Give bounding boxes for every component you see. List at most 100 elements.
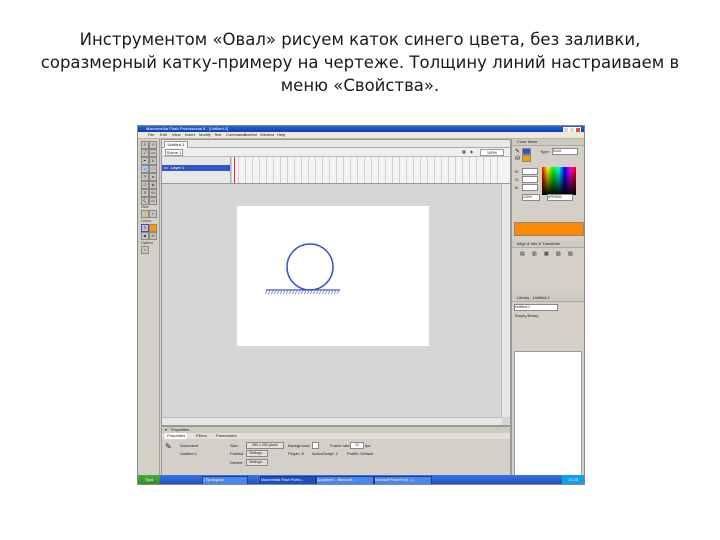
paint-bucket-tool-icon[interactable]: ⛁ [149, 189, 157, 197]
mixer-fill-swatch[interactable] [522, 155, 531, 162]
layer-name: Layer 1 [170, 165, 185, 170]
color-spectrum-shade [542, 167, 576, 195]
snap-to-objects-icon[interactable]: ∩ [141, 246, 149, 254]
line-tool-icon[interactable]: ╱ [141, 149, 149, 157]
hand-tool-icon[interactable]: ✋ [141, 210, 149, 218]
size-label: Size: [230, 443, 239, 448]
toolbox-view-label: View [141, 205, 149, 209]
caption-line-2: соразмерный катку-примеру на чертеже. То… [40, 53, 680, 72]
menu-text[interactable]: Text [214, 132, 221, 138]
properties-tabs: Properties Filters Parameters [162, 433, 510, 439]
edit-bar: Scene 1 ▦ ◈ 100% [162, 148, 510, 157]
align-right-icon[interactable]: ▦ [544, 251, 549, 257]
green-label: G: [515, 177, 520, 182]
align-panel-title: Align & Info & Transform [517, 241, 561, 246]
green-input[interactable] [522, 176, 538, 183]
fill-color-swatch[interactable] [149, 224, 157, 232]
layer-row[interactable]: ▭ Layer 1 [162, 165, 230, 171]
pasteboard [162, 184, 502, 417]
eyedropper-tool-icon[interactable]: ⤹ [141, 197, 149, 205]
document-icon: ✎ [165, 442, 172, 451]
pencil-tool-icon[interactable]: ✎ [141, 173, 149, 181]
text-tool-icon[interactable]: A [149, 157, 157, 165]
zoom-select[interactable]: 100% [480, 149, 504, 156]
blue-label: B: [515, 185, 519, 190]
publish-label: Publish: [230, 451, 245, 456]
menu-insert[interactable]: Insert [185, 132, 195, 138]
red-input[interactable] [522, 168, 538, 175]
tab-filters[interactable]: Filters [196, 433, 207, 439]
framerate-input[interactable]: 12 [350, 442, 364, 449]
timeline-frames[interactable] [231, 157, 501, 183]
taskbar-explorer[interactable]: 2 Проводник [202, 476, 248, 484]
rectangle-tool-icon[interactable]: □ [149, 165, 157, 173]
taskbar-flash[interactable]: Macromedia Flash Profes... [260, 476, 316, 484]
default-colors-icon[interactable]: ■ [141, 232, 149, 240]
no-color-icon[interactable]: ⊘ [149, 232, 157, 240]
alpha-input[interactable]: 100% [522, 194, 540, 201]
tab-parameters[interactable]: Parameters [216, 433, 237, 439]
free-transform-tool-icon[interactable]: ◇ [141, 181, 149, 189]
background-label: Background: [288, 443, 311, 448]
library-list[interactable] [514, 351, 582, 477]
menu-view[interactable]: View [172, 132, 181, 138]
menu-file[interactable]: File [148, 132, 154, 138]
actionscript-label: ActionScript: 2 [312, 451, 338, 456]
toolbox: ↖ ↗ ╱ ᔕ ✒ A ○ □ ✎ ♠ ◇ ◈ ⚱ ⛁ ⤹ ▭ View ✋ ⌕… [139, 139, 160, 477]
align-top-icon[interactable]: ▧ [556, 251, 561, 257]
menu-control[interactable]: Control [244, 132, 257, 138]
player-label: Player: 8 [288, 451, 304, 456]
stroke-pencil-icon: ✎ [515, 149, 521, 155]
tab-properties[interactable]: Properties [165, 433, 188, 439]
selection-tool-icon[interactable]: ↖ [141, 141, 149, 149]
library-panel-header[interactable]: Library - Untitled-1 [512, 295, 584, 302]
pen-tool-icon[interactable]: ✒ [141, 157, 149, 165]
doc-type-label: Document [180, 443, 199, 448]
brush-tool-icon[interactable]: ♠ [149, 173, 157, 181]
timeline-playhead[interactable] [234, 157, 235, 183]
stage[interactable] [237, 206, 429, 346]
flash-screenshot: Macromedia Flash Professional 8 - [Untit… [137, 125, 585, 485]
taskbar-clock: 14:25 [562, 475, 584, 484]
devices-label: Device: [230, 460, 244, 465]
edit-scene-icon[interactable]: ▦ [462, 149, 466, 155]
start-button[interactable]: Пуск [138, 475, 160, 484]
library-document-select[interactable]: Untitled-1 [514, 304, 558, 311]
menu-help[interactable]: Help [277, 132, 285, 138]
ink-bottle-tool-icon[interactable]: ⚱ [141, 189, 149, 197]
taskbar-powerpoint[interactable]: Microsoft PowerPoint - [... [374, 476, 432, 484]
blue-input[interactable] [522, 184, 538, 191]
taskbar-word[interactable]: Документ1 - Microsoft ... [316, 476, 374, 484]
color-mixer-header[interactable]: Color Mixer [512, 139, 584, 146]
document-window: Untitled-1 Scene 1 ▦ ◈ 100% ▭ Layer 1 [161, 139, 511, 426]
vertical-scrollbar[interactable] [501, 184, 510, 417]
lasso-tool-icon[interactable]: ᔕ [149, 149, 157, 157]
hex-input[interactable]: #FF9900 [547, 194, 573, 201]
toolbox-colors-label: Colors [141, 219, 152, 223]
menu-window[interactable]: Window [260, 132, 274, 138]
stroke-color-swatch[interactable]: ✎ [141, 224, 149, 232]
menu-edit[interactable]: Edit [160, 132, 167, 138]
align-bottom-icon[interactable]: ▨ [568, 251, 573, 257]
mixer-type-select[interactable]: Solid [552, 148, 578, 155]
horizontal-scrollbar[interactable] [162, 417, 502, 425]
zoom-tool-icon[interactable]: ⌕ [149, 210, 157, 218]
oval-tool-icon[interactable]: ○ [141, 165, 149, 173]
align-center-icon[interactable]: ▥ [532, 251, 537, 257]
subselection-tool-icon[interactable]: ↗ [149, 141, 157, 149]
menu-modify[interactable]: Modify [199, 132, 211, 138]
publish-settings-button[interactable]: Settings... [246, 450, 268, 457]
color-preview-swatch [514, 222, 584, 236]
device-settings-button[interactable]: Settings... [246, 459, 268, 466]
mixer-stroke-swatch[interactable] [522, 148, 531, 155]
align-left-icon[interactable]: ▤ [520, 251, 525, 257]
background-color-swatch[interactable] [312, 442, 319, 449]
edit-symbol-icon[interactable]: ◈ [470, 149, 473, 155]
fill-transform-tool-icon[interactable]: ◈ [149, 181, 157, 189]
properties-panel: ▾ Properties Properties Filters Paramete… [161, 426, 511, 479]
eraser-tool-icon[interactable]: ▭ [149, 197, 157, 205]
roller-circle[interactable] [286, 243, 334, 291]
scene-label[interactable]: Scene 1 [165, 149, 183, 156]
align-panel-header[interactable]: Align & Info & Transform [512, 241, 584, 248]
size-button[interactable]: 550 x 400 pixels [246, 442, 284, 449]
